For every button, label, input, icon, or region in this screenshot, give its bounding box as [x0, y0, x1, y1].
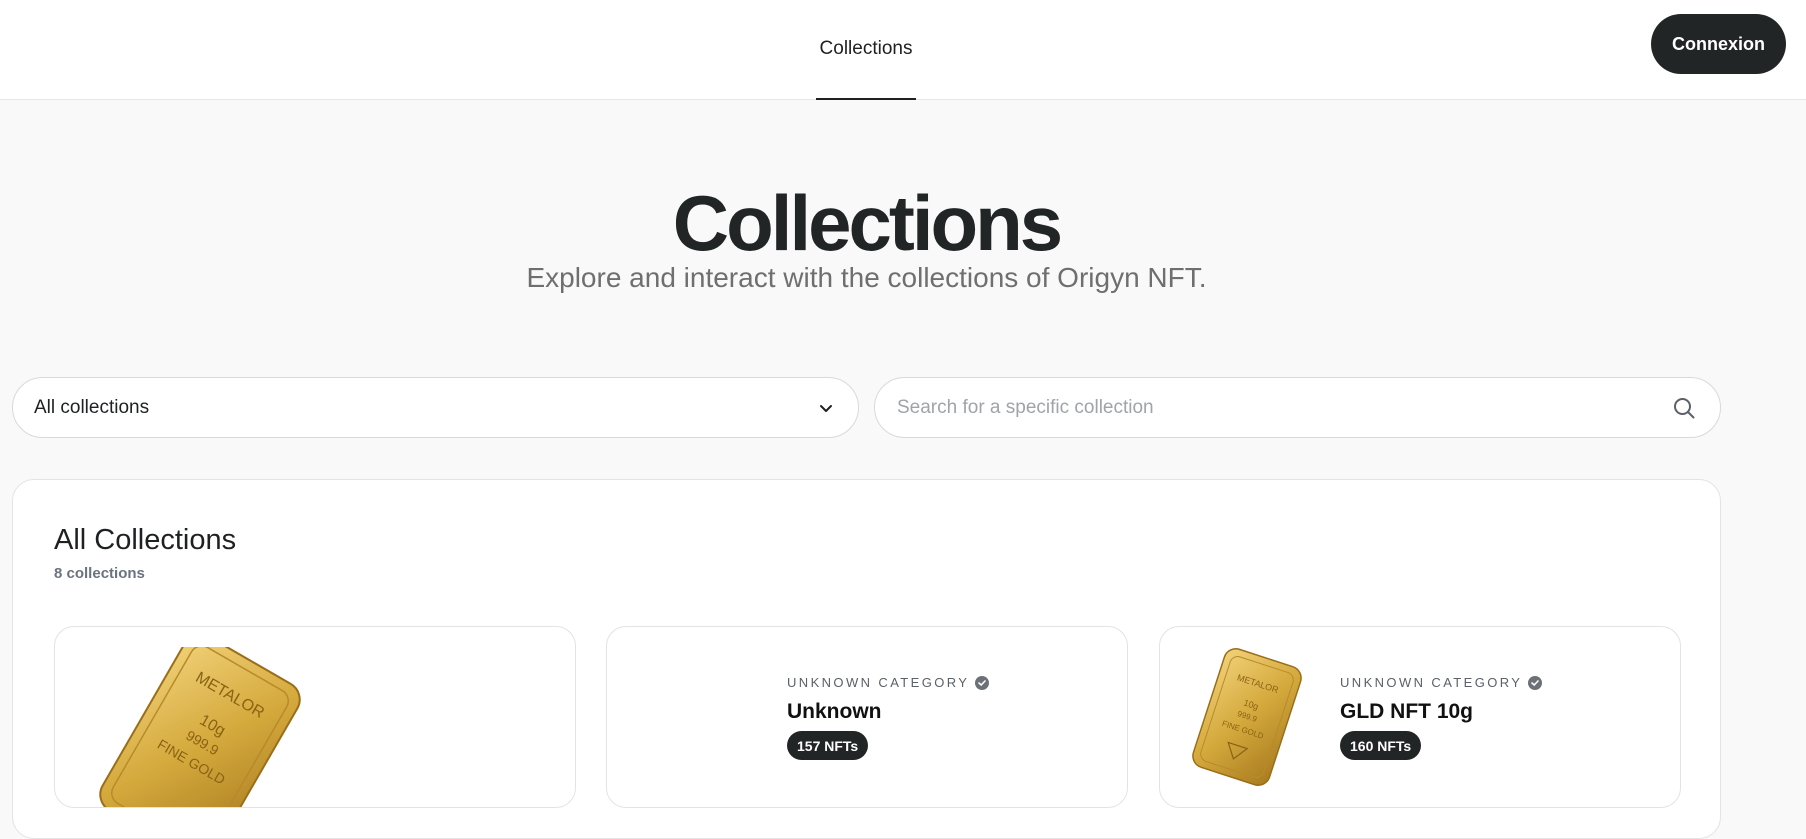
collections-panel: All Collections 8 collections METALOR 10…: [12, 479, 1721, 839]
search-bar: [874, 377, 1721, 438]
section-title: All Collections: [54, 524, 237, 556]
category-label: UNKNOWN CATEGORY: [787, 675, 970, 690]
collection-filter-select[interactable]: All collections: [12, 377, 859, 438]
top-navigation-bar: Collections Connexion: [0, 0, 1806, 100]
search-input[interactable]: [895, 395, 1672, 420]
nav-tab-collections[interactable]: Collections: [816, 0, 916, 100]
page-subtitle: Explore and interact with the collection…: [526, 262, 1207, 293]
chevron-down-icon: [820, 404, 832, 412]
nft-count-badge: 160 NFTs: [1340, 731, 1422, 760]
login-button[interactable]: Connexion: [1651, 14, 1786, 74]
verified-icon: [1528, 675, 1543, 690]
gold-bar-image: METALOR 10g 999.9 FINE GOLD: [1192, 648, 1302, 786]
collection-count: 8 collections: [54, 565, 145, 582]
collection-card[interactable]: UNKNOWN CATEGORY Unknown 157 NFTs: [606, 626, 1128, 808]
gold-bar-image: METALOR 10g 999.9 FINE GOLD: [99, 647, 301, 807]
collection-card[interactable]: METALOR 10g 999.9 FINE GOLD: [54, 626, 576, 808]
verified-icon: [975, 675, 990, 690]
collection-name: Unknown: [787, 700, 882, 723]
collection-card[interactable]: METALOR 10g 999.9 FINE GOLD UNKNOWN CATE…: [1159, 626, 1681, 808]
category-label: UNKNOWN CATEGORY: [1340, 675, 1523, 690]
card-category: UNKNOWN CATEGORY: [1340, 675, 1543, 690]
page-title: Collections: [672, 179, 1063, 267]
collection-name: GLD NFT 10g: [1340, 700, 1474, 723]
collection-filter-value: All collections: [34, 396, 150, 418]
nft-count-badge: 157 NFTs: [787, 731, 869, 760]
card-category: UNKNOWN CATEGORY: [787, 675, 990, 690]
search-icon[interactable]: [1672, 396, 1696, 420]
